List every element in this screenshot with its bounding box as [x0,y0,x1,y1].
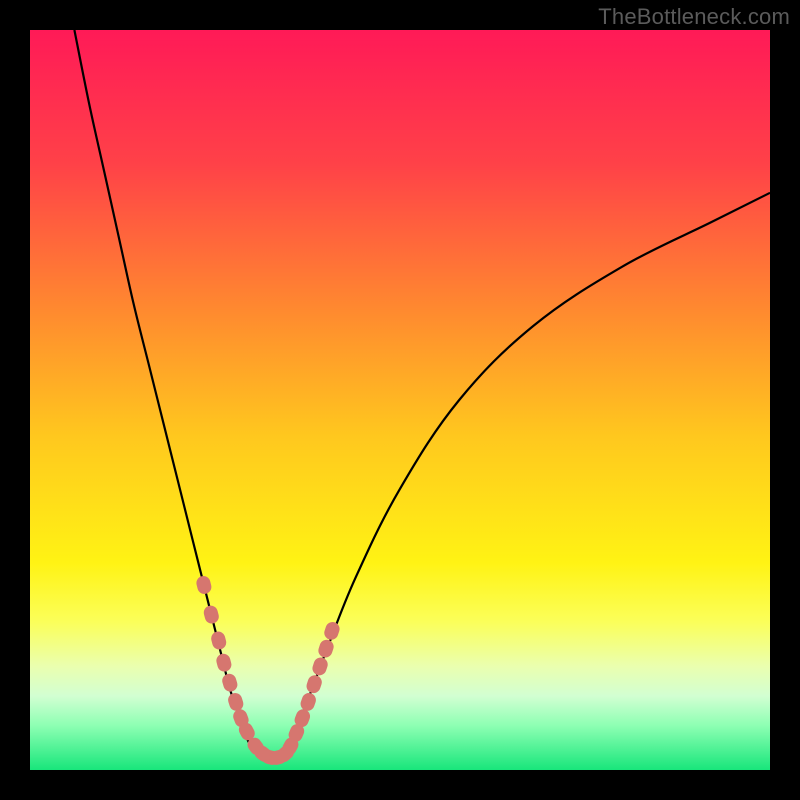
data-marker [215,652,233,673]
data-marker [311,656,330,677]
data-marker [226,691,245,712]
data-marker [210,630,228,651]
data-marker [220,672,239,693]
data-marker [299,691,318,713]
watermark-text: TheBottleneck.com [598,4,790,30]
bottleneck-curve [74,30,770,759]
data-marker [317,638,336,659]
data-marker [305,673,324,694]
marker-group [195,575,341,767]
chart-frame: TheBottleneck.com [0,0,800,800]
curve-layer [30,30,770,770]
data-marker [202,604,220,625]
data-marker [195,575,213,596]
data-marker [322,620,341,641]
plot-area [30,30,770,770]
